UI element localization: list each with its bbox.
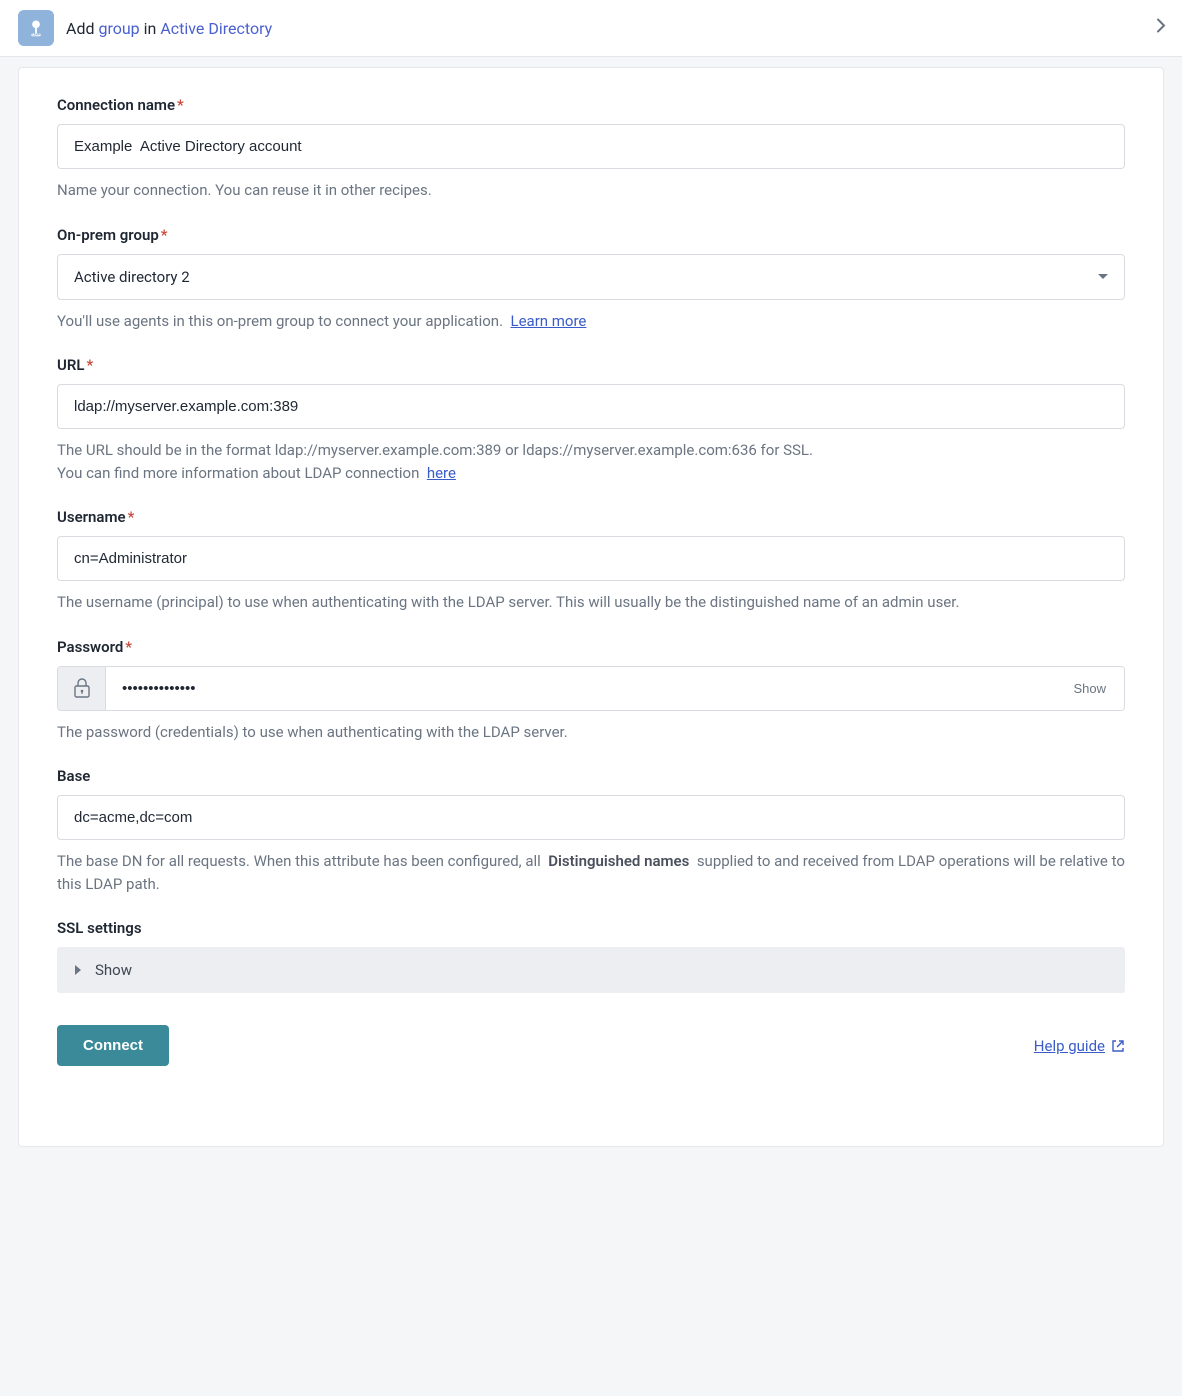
base-group: Base The base DN for all requests. When … — [57, 767, 1125, 895]
password-wrap: Show — [57, 666, 1125, 711]
base-label: Base — [57, 767, 1125, 785]
base-input[interactable] — [57, 795, 1125, 840]
header-title: Add group in Active Directory — [66, 19, 272, 38]
url-here-link[interactable]: here — [427, 464, 456, 482]
header-in: in — [144, 19, 157, 38]
username-label: Username* — [57, 508, 1125, 526]
form-card: Connection name* Name your connection. Y… — [18, 67, 1164, 1147]
connection-name-input[interactable] — [57, 124, 1125, 169]
connect-button[interactable]: Connect — [57, 1025, 169, 1066]
password-help: The password (credentials) to use when a… — [57, 721, 1125, 744]
connection-name-label: Connection name* — [57, 96, 1125, 114]
password-input[interactable] — [106, 667, 1055, 710]
caret-down-icon — [1098, 274, 1108, 279]
header-prefix: Add — [66, 19, 94, 38]
base-help: The base DN for all requests. When this … — [57, 850, 1125, 895]
ssl-group: SSL settings Show — [57, 919, 1125, 993]
header-group-link[interactable]: group — [98, 19, 139, 38]
chevron-right-icon[interactable] — [1156, 18, 1166, 39]
url-group: URL* The URL should be in the format lda… — [57, 356, 1125, 484]
help-guide-link[interactable]: Help guide — [1034, 1037, 1125, 1055]
password-group: Password* Show The password (credentials… — [57, 638, 1125, 744]
page-header: LDAP Add group in Active Directory — [0, 0, 1182, 57]
url-help: The URL should be in the format ldap://m… — [57, 439, 1125, 484]
password-show-button[interactable]: Show — [1055, 667, 1124, 710]
onprem-group-select[interactable]: Active directory 2 — [57, 254, 1125, 300]
triangle-right-icon — [75, 965, 81, 975]
learn-more-link[interactable]: Learn more — [511, 312, 587, 330]
ssl-toggle[interactable]: Show — [57, 947, 1125, 993]
onprem-group-selected: Active directory 2 — [74, 268, 190, 286]
connection-name-group: Connection name* Name your connection. Y… — [57, 96, 1125, 202]
ssl-label: SSL settings — [57, 919, 1125, 937]
footer-row: Connect Help guide — [57, 1025, 1125, 1066]
username-help: The username (principal) to use when aut… — [57, 591, 1125, 614]
onprem-group-label: On-prem group* — [57, 226, 1125, 244]
svg-text:LDAP: LDAP — [32, 33, 39, 37]
lock-icon — [58, 667, 106, 710]
connection-name-help: Name your connection. You can reuse it i… — [57, 179, 1125, 202]
password-label: Password* — [57, 638, 1125, 656]
ldap-icon: LDAP — [18, 10, 54, 46]
onprem-group-help: You'll use agents in this on-prem group … — [57, 310, 1125, 333]
external-link-icon — [1111, 1039, 1125, 1053]
onprem-group-group: On-prem group* Active directory 2 You'll… — [57, 226, 1125, 333]
url-label: URL* — [57, 356, 1125, 374]
ssl-toggle-label: Show — [95, 961, 132, 979]
username-group: Username* The username (principal) to us… — [57, 508, 1125, 614]
header-service-link[interactable]: Active Directory — [160, 19, 272, 38]
username-input[interactable] — [57, 536, 1125, 581]
url-input[interactable] — [57, 384, 1125, 429]
